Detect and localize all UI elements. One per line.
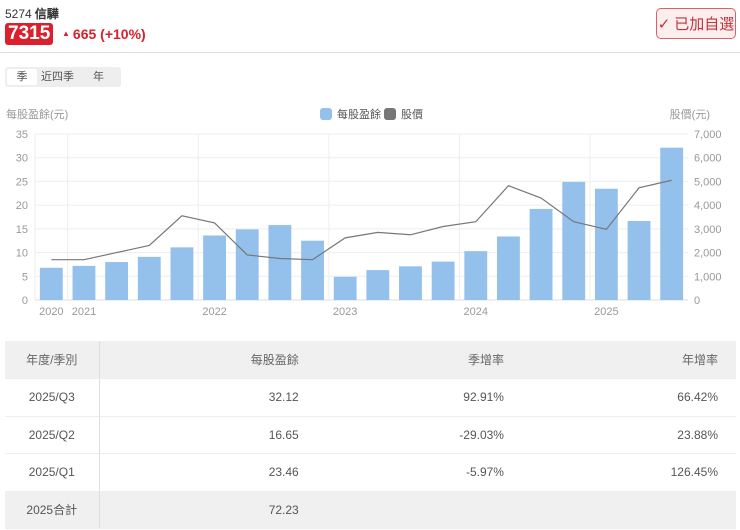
eps-bar (464, 251, 488, 300)
cell: 2025/Q3 (5, 378, 100, 417)
stock-price: 7315 (5, 23, 54, 45)
period-tabs: 季 近四季 年 (5, 67, 121, 87)
legend-eps-swatch (320, 108, 332, 120)
y-tick-label: 10 (16, 248, 28, 260)
table-row: 2025/Q3 32.12 92.91% 66.42% (5, 378, 736, 417)
eps-bar (529, 208, 553, 300)
cell: 126.45% (521, 453, 736, 492)
col-eps: 每股盈餘 (99, 341, 317, 379)
col-qoq: 季增率 (316, 341, 522, 379)
check-icon: ✓ (657, 15, 671, 33)
legend-eps-label: 每股盈餘 (337, 107, 381, 121)
x-tick-label: 2025 (594, 306, 618, 318)
eps-bar (562, 181, 586, 300)
watchlist-label: 已加自選 (674, 16, 735, 33)
y2-tick-label: 2,000 (694, 248, 722, 260)
table-total-row: 2025合計 72.23 (5, 491, 736, 529)
y2-tick-label: 6,000 (694, 153, 722, 165)
watchlist-button[interactable]: ✓ 已加自選 (656, 8, 736, 39)
x-tick-label: 2020 (39, 306, 63, 318)
y-tick-label: 0 (22, 295, 28, 307)
cell: 66.42% (521, 378, 736, 417)
cell: 72.23 (99, 491, 317, 529)
y-tick-label: 20 (16, 200, 28, 212)
cell (316, 491, 522, 529)
x-tick-label: 2024 (464, 306, 488, 318)
eps-bar (268, 225, 292, 300)
table-header: 年度/季別 每股盈餘 季增率 年增率 (5, 341, 736, 379)
cell: 32.12 (99, 378, 317, 417)
tab-quarter[interactable]: 季 (7, 69, 37, 85)
eps-table: 年度/季別 每股盈餘 季增率 年增率 2025/Q3 32.12 92.91% 66.… (5, 341, 736, 529)
eps-bar (431, 261, 455, 300)
eps-bar (137, 256, 161, 300)
x-tick-label: 2023 (333, 306, 357, 318)
cell: 92.91% (316, 378, 522, 417)
cell: -29.03% (316, 416, 522, 454)
legend-price-label: 股價 (401, 107, 423, 121)
y-tick-label: 25 (16, 176, 28, 188)
eps-bar (333, 276, 357, 300)
col-period: 年度/季別 (5, 341, 100, 379)
y2-tick-label: 5,000 (694, 176, 722, 188)
cell: 23.88% (521, 416, 736, 454)
up-triangle-icon: ▲ (62, 29, 70, 38)
cell: -5.97% (316, 453, 522, 492)
cell (521, 491, 736, 529)
y2-tick-label: 0 (694, 295, 700, 307)
eps-bar (235, 229, 259, 300)
cell: 2025/Q1 (5, 453, 100, 492)
eps-bar (39, 267, 63, 300)
divider (0, 52, 740, 53)
stock-name: 信驊 (34, 7, 59, 21)
cell: 2025/Q2 (5, 416, 100, 454)
eps-bar (627, 221, 651, 300)
x-tick-label: 2022 (202, 306, 226, 318)
stock-code: 5274 (5, 7, 32, 21)
eps-bar (594, 188, 618, 300)
eps-bar (170, 247, 194, 300)
cell: 23.46 (99, 453, 317, 492)
y-tick-label: 5 (22, 271, 28, 283)
eps-bar (72, 265, 96, 300)
eps-bar (366, 270, 390, 300)
y-tick-label: 30 (16, 153, 28, 165)
eps-bar (660, 147, 684, 300)
eps-bar (105, 262, 129, 300)
tab-year[interactable]: 年 (78, 69, 119, 85)
tab-last-four-quarters[interactable]: 近四季 (37, 69, 78, 85)
stock-title: 5274 信驊 (5, 5, 59, 22)
left-axis-label: 每股盈餘(元) (6, 107, 68, 121)
x-tick-label: 2021 (72, 306, 96, 318)
col-yoy: 年增率 (521, 341, 736, 379)
y2-tick-label: 1,000 (694, 271, 722, 283)
y2-tick-label: 3,000 (694, 224, 722, 236)
legend-price-swatch (384, 108, 396, 120)
table-row: 2025/Q1 23.46 -5.97% 126.45% (5, 453, 736, 492)
price-change: ▲ 665 (+10%) (62, 26, 146, 42)
table-row: 2025/Q2 16.65 -29.03% 23.88% (5, 416, 736, 454)
cell: 16.65 (99, 416, 317, 454)
y2-tick-label: 4,000 (694, 200, 722, 212)
y2-tick-label: 7,000 (694, 129, 722, 141)
eps-bar (301, 240, 324, 300)
eps-bar (203, 235, 227, 300)
price-change-value: 665 (+10%) (72, 26, 146, 42)
eps-bar (399, 266, 422, 300)
cell: 2025合計 (5, 491, 100, 529)
eps-chart: 每股盈餘(元) 股價(元)每股盈餘 股價0510152025303501,0002,… (6, 107, 722, 318)
right-axis-label: 股價(元) (670, 107, 710, 121)
eps-bar (496, 236, 520, 300)
y-tick-label: 15 (16, 224, 28, 236)
y-tick-label: 35 (16, 129, 28, 141)
